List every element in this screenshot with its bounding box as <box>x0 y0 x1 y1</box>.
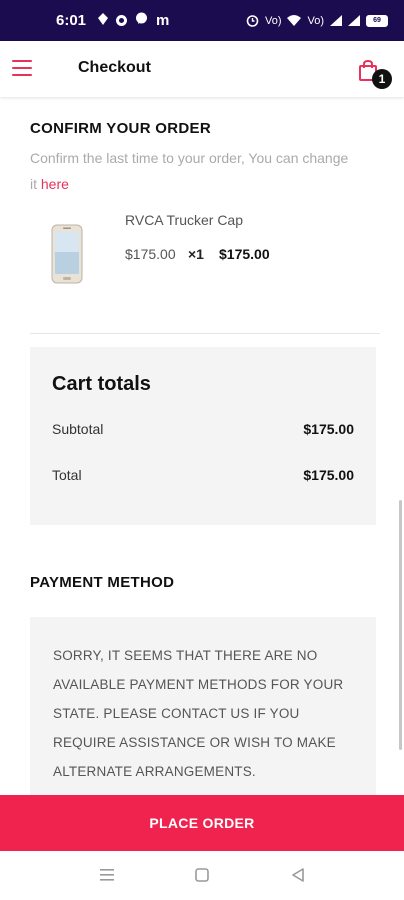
cart-button[interactable]: 1 <box>356 55 392 91</box>
messenger-icon <box>135 12 148 29</box>
place-order-button[interactable]: PLACE ORDER <box>0 795 404 851</box>
total-value: $175.00 <box>303 467 354 483</box>
payment-method-heading: PAYMENT METHOD <box>30 574 175 591</box>
cart-totals-panel: Cart totals Subtotal $175.00 Total $175.… <box>30 347 376 525</box>
total-label: Total <box>52 467 82 483</box>
circle-icon <box>116 15 128 26</box>
hamburger-menu-button[interactable] <box>12 60 32 77</box>
payment-method-panel: SORRY, IT SEEMS THAT THERE ARE NO AVAILA… <box>30 617 376 807</box>
cart-count-badge: 1 <box>372 69 392 89</box>
m-icon: m <box>156 12 170 29</box>
product-image <box>46 223 88 285</box>
signal-icon <box>98 12 109 29</box>
status-right: Vo) Vo) 69 <box>246 14 388 27</box>
product-quantity: ×1 <box>188 246 204 262</box>
app-header: Checkout 1 <box>0 41 404 97</box>
page-title: Checkout <box>78 59 151 76</box>
confirm-order-description: Confirm the last time to your order, You… <box>30 145 350 197</box>
divider <box>30 333 380 334</box>
cell-signal-icon <box>330 15 342 26</box>
confirm-description-text: Confirm the last time to your order, You… <box>30 150 349 192</box>
status-bar: 6:01 m Vo) Vo) 69 <box>0 0 404 41</box>
product-name: RVCA Trucker Cap <box>125 212 244 228</box>
battery-icon: 69 <box>366 14 388 27</box>
network-label-1: Vo) <box>264 14 282 27</box>
network-label-2: Vo) <box>307 14 324 27</box>
product-line-total: $175.00 <box>219 246 270 262</box>
subtotal-value: $175.00 <box>303 421 354 437</box>
alarm-icon <box>246 14 259 27</box>
system-nav-bar <box>0 851 404 900</box>
status-time: 6:01 <box>56 12 87 29</box>
home-icon[interactable] <box>195 868 209 887</box>
confirm-order-heading: CONFIRM YOUR ORDER <box>30 120 211 137</box>
cart-totals-heading: Cart totals <box>52 373 151 395</box>
change-order-link[interactable]: here <box>41 176 69 192</box>
menu-bar <box>12 66 32 70</box>
back-icon[interactable] <box>291 868 305 887</box>
wifi-icon <box>287 15 302 26</box>
menu-bar <box>12 60 32 63</box>
scrollbar[interactable] <box>399 500 402 750</box>
subtotal-label: Subtotal <box>52 421 104 437</box>
payment-unavailable-message: SORRY, IT SEEMS THAT THERE ARE NO AVAILA… <box>53 648 344 779</box>
cell-signal-icon-2 <box>348 15 360 26</box>
status-left: 6:01 m <box>56 12 169 29</box>
order-item: RVCA Trucker Cap $175.00 ×1 $175.00 <box>30 209 380 309</box>
product-unit-price: $175.00 <box>125 246 176 262</box>
menu-bar <box>12 73 32 77</box>
recent-apps-icon[interactable] <box>99 868 115 887</box>
